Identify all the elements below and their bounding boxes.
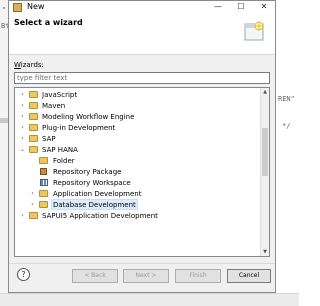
folder-icon [29, 212, 38, 219]
tree-item-label: Repository Workspace [53, 179, 131, 187]
help-button[interactable]: ? [17, 268, 30, 281]
tree-item-label: SAP [42, 135, 56, 143]
window-title: New [27, 2, 45, 11]
tree-item-label: Modeling Workflow Engine [42, 113, 135, 121]
tree-item-maven[interactable]: › Maven [15, 100, 260, 111]
tree-item-label: Repository Package [53, 168, 122, 176]
folder-icon [29, 146, 38, 153]
scrollbar-thumb[interactable] [262, 128, 268, 176]
cancel-button[interactable]: Cancel [227, 269, 271, 283]
wizards-label: Wizards: [14, 61, 44, 69]
filter-input[interactable] [14, 72, 270, 84]
tree-item-label: Database Development [51, 199, 138, 210]
new-wizard-dialog: New — ☐ ✕ Select a wizard Wizards: › Jav… [8, 0, 276, 293]
folder-icon [29, 113, 38, 120]
tree-item-label: SAP HANA [42, 146, 78, 154]
tree-item-sap[interactable]: › SAP [15, 133, 260, 144]
expand-arrow-icon[interactable]: › [19, 211, 26, 220]
expand-arrow-icon[interactable]: › [29, 200, 36, 209]
expand-arrow-icon[interactable]: › [19, 134, 26, 143]
background-fragment: REN" [278, 95, 295, 103]
folder-icon [29, 135, 38, 142]
tree-item-repository-workspace[interactable]: Repository Workspace [15, 177, 260, 188]
folder-icon [29, 102, 38, 109]
footer-divider [9, 263, 275, 264]
collapse-arrow-icon[interactable]: ⌄ [19, 145, 26, 154]
tree-item-database-development[interactable]: › Database Development [15, 199, 260, 210]
tree-item-repository-package[interactable]: Repository Package [15, 166, 260, 177]
app-icon [13, 3, 22, 12]
expand-arrow-icon[interactable]: › [19, 112, 26, 121]
tree-item-plug-in-development[interactable]: › Plug-in Development [15, 122, 260, 133]
background-marker [0, 118, 8, 123]
expand-arrow-icon[interactable]: › [29, 189, 36, 198]
tree-item-label: Folder [53, 157, 75, 165]
wizard-header: Select a wizard [9, 14, 275, 55]
title-bar: New — ☐ ✕ [9, 1, 275, 14]
maximize-button[interactable]: ☐ [230, 1, 252, 13]
workspace-icon [40, 179, 48, 186]
folder-icon [39, 157, 48, 164]
tree-item-application-development[interactable]: › Application Development [15, 188, 260, 199]
package-icon [40, 168, 47, 175]
next-button[interactable]: Next > [123, 269, 169, 283]
minimize-button[interactable]: — [207, 1, 229, 13]
tree-item-label: Application Development [53, 190, 142, 198]
tree-item-label: JavaScript [42, 91, 78, 99]
back-button[interactable]: < Back [72, 269, 118, 283]
scroll-up-icon[interactable]: ▲ [261, 88, 269, 96]
wizard-tree[interactable]: › JavaScript › Maven › Modeling Workflow… [14, 87, 270, 257]
background-editor-bottom [0, 293, 299, 306]
expand-arrow-icon[interactable]: › [19, 101, 26, 110]
folder-icon [29, 91, 38, 98]
close-button[interactable]: ✕ [253, 1, 275, 13]
folder-icon [29, 124, 38, 131]
tree-item-label: Maven [42, 102, 66, 110]
background-fragment: */ [282, 122, 291, 130]
folder-icon [39, 201, 48, 208]
tree-item-javascript[interactable]: › JavaScript [15, 89, 260, 100]
page-title: Select a wizard [14, 18, 83, 27]
tree-item-label: Plug-in Development [42, 124, 116, 132]
tree-item-folder[interactable]: Folder [15, 155, 260, 166]
background-fragment: " [2, 6, 7, 14]
expand-arrow-icon[interactable]: › [19, 123, 26, 132]
background-editor-left [0, 0, 8, 305]
scroll-down-icon[interactable]: ▼ [261, 248, 269, 256]
finish-button[interactable]: Finish [175, 269, 221, 283]
tree-item-label: SAPUI5 Application Development [42, 212, 158, 220]
tree-item-sap-hana[interactable]: ⌄ SAP HANA [15, 144, 260, 155]
folder-icon [39, 190, 48, 197]
tree-item-sapui5-application-development[interactable]: › SAPUI5 Application Development [15, 210, 260, 221]
tree-item-modeling-workflow-engine[interactable]: › Modeling Workflow Engine [15, 111, 260, 122]
new-wizard-banner-icon [244, 21, 264, 41]
tree-scrollbar[interactable]: ▲ ▼ [260, 88, 269, 256]
expand-arrow-icon[interactable]: › [19, 90, 26, 99]
